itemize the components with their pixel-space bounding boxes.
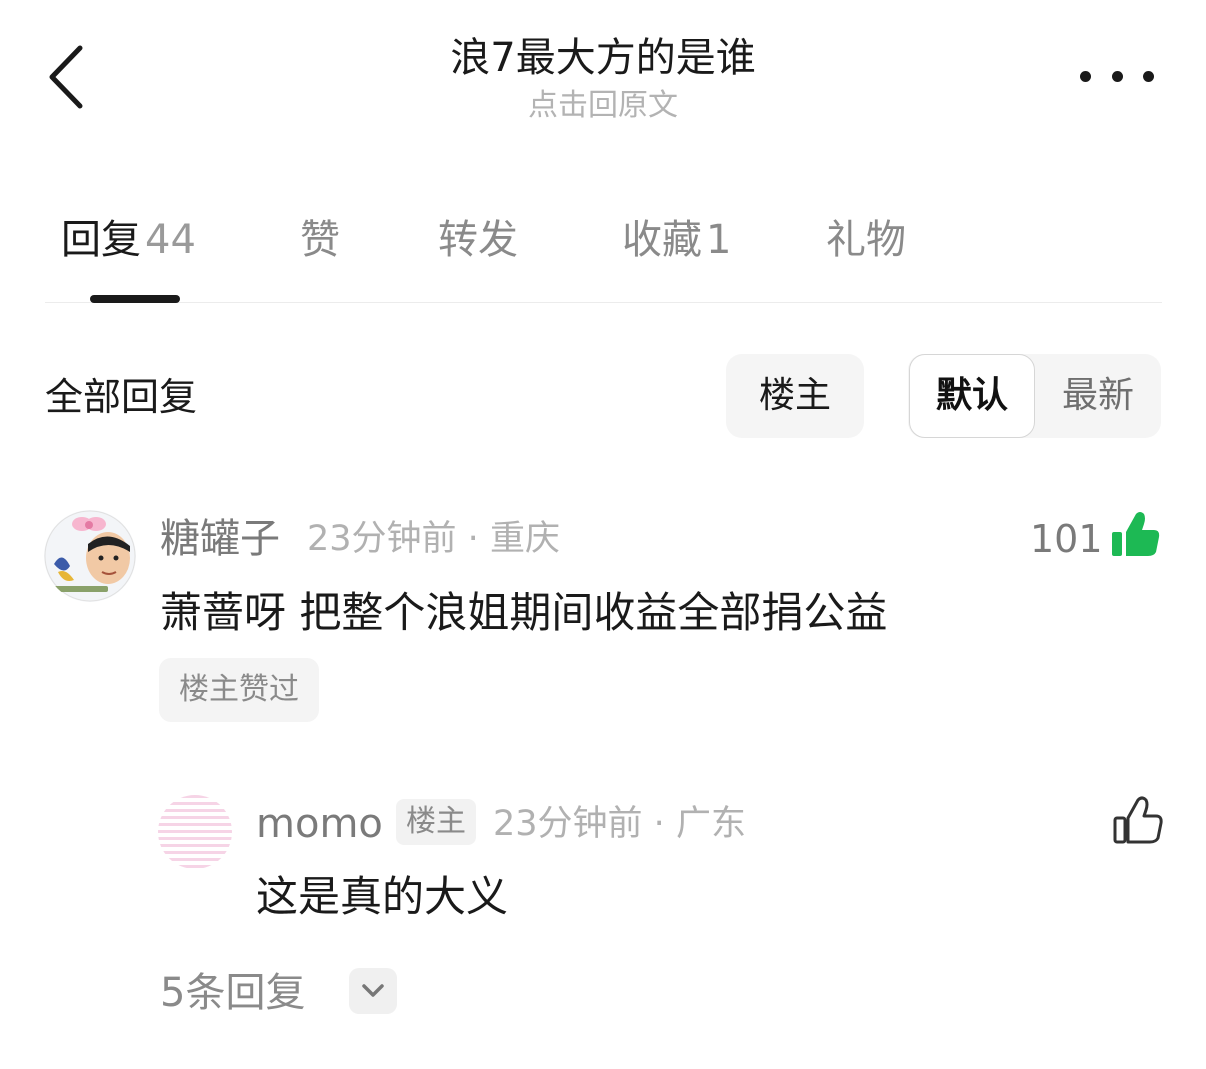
back-to-original-link[interactable]: 点击回原文 xyxy=(0,86,1206,126)
username[interactable]: momo xyxy=(256,797,383,851)
op-liked-badge: 楼主赞过 xyxy=(159,658,319,722)
tab-label: 转发 xyxy=(438,217,518,263)
tab-label: 收藏 xyxy=(622,217,702,263)
page-title: 浪7最大方的是谁 xyxy=(450,35,756,81)
tab-label: 礼物 xyxy=(826,217,906,263)
like-button[interactable] xyxy=(1110,508,1162,560)
tab-replies[interactable]: 回复 44 xyxy=(61,210,196,270)
tab-favorites[interactable]: 收藏 1 xyxy=(622,210,731,270)
view-more-replies-link[interactable]: 5条回复 xyxy=(160,966,305,1020)
active-tab-indicator xyxy=(90,295,180,303)
more-options-button[interactable] xyxy=(1080,56,1154,96)
tab-reposts[interactable]: 转发 xyxy=(438,210,518,270)
avatar-image xyxy=(44,510,136,602)
op-only-filter-button[interactable]: 楼主 xyxy=(726,354,864,438)
username[interactable]: 糖罐子 xyxy=(160,512,280,566)
tabs-divider xyxy=(45,302,1162,303)
meta-separator: · xyxy=(642,804,676,844)
comment-meta: 23分钟前 · 重庆 xyxy=(307,515,560,563)
tab-likes[interactable]: 赞 xyxy=(300,210,340,270)
chevron-down-icon xyxy=(362,984,384,997)
comment-meta: 23分钟前 · 广东 xyxy=(493,800,746,848)
avatar[interactable] xyxy=(44,510,136,602)
meta-separator: · xyxy=(456,519,490,559)
all-replies-heading: 全部回复 xyxy=(45,375,198,419)
avatar[interactable] xyxy=(158,795,232,869)
more-horizontal-icon xyxy=(1080,70,1154,82)
tab-count: 1 xyxy=(706,217,732,263)
op-badge: 楼主 xyxy=(396,799,476,845)
like-button[interactable] xyxy=(1112,793,1164,847)
comment-text: 萧蔷呀 把整个浪姐期间收益全部捐公益 xyxy=(160,588,888,637)
tab-label: 回复 xyxy=(61,217,141,263)
like-count: 101 xyxy=(1030,517,1103,561)
sort-default-button[interactable]: 默认 xyxy=(909,354,1035,438)
comment-location: 重庆 xyxy=(489,519,560,559)
tab-gifts[interactable]: 礼物 xyxy=(826,210,906,270)
comment-time: 23分钟前 xyxy=(493,804,643,844)
expand-replies-button[interactable] xyxy=(349,968,397,1014)
comment-time: 23分钟前 xyxy=(307,519,457,559)
tab-count: 44 xyxy=(145,217,196,263)
tab-label: 赞 xyxy=(300,217,340,263)
comment-location: 广东 xyxy=(675,804,746,844)
thumbs-up-outline-icon xyxy=(1113,796,1163,844)
sort-latest-button[interactable]: 最新 xyxy=(1036,354,1160,438)
comment-text: 这是真的大义 xyxy=(256,872,509,921)
thumbs-up-filled-icon xyxy=(1112,512,1160,556)
